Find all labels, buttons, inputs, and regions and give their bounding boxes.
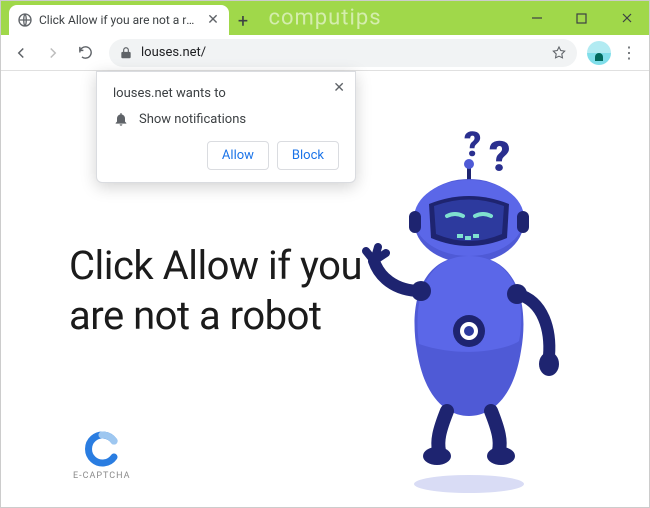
maximize-button[interactable] [559, 1, 604, 35]
bookmark-star-icon[interactable] [551, 45, 567, 61]
allow-button[interactable]: Allow [207, 141, 269, 170]
browser-toolbar: louses.net/ ⋮ [1, 35, 649, 71]
captcha-logo-icon [84, 431, 120, 467]
window-controls [514, 1, 649, 35]
lock-icon [119, 46, 133, 60]
page-headline: Click Allow if you are not a robot [69, 241, 369, 341]
close-dialog-icon[interactable]: ✕ [333, 80, 345, 96]
permission-title: louses.net wants to [113, 86, 339, 101]
new-tab-button[interactable]: + [229, 7, 257, 35]
reload-button[interactable] [71, 39, 99, 67]
back-button[interactable] [7, 39, 35, 67]
window-titlebar: computips Click Allow if you are not a r… [1, 1, 649, 35]
close-tab-icon[interactable]: ✕ [205, 12, 221, 28]
page-content: ✕ louses.net wants to Show notifications… [1, 71, 649, 507]
watermark-text: computips [268, 6, 381, 31]
permission-item: Show notifications [113, 111, 339, 127]
address-bar[interactable]: louses.net/ [109, 39, 577, 67]
profile-avatar[interactable] [587, 41, 611, 65]
notification-permission-dialog: ✕ louses.net wants to Show notifications… [96, 71, 356, 183]
close-window-button[interactable] [604, 1, 649, 35]
captcha-logo-text: E-CAPTCHA [73, 471, 131, 481]
globe-icon [17, 12, 33, 28]
svg-text:?: ? [464, 125, 481, 165]
robot-illustration: ? ? [339, 116, 599, 476]
captcha-logo: E-CAPTCHA [73, 431, 131, 481]
browser-tab[interactable]: Click Allow if you are not a robot ✕ [9, 5, 229, 35]
permission-actions: Allow Block [113, 141, 339, 170]
bell-icon [113, 111, 129, 127]
menu-button[interactable]: ⋮ [615, 43, 643, 62]
block-button[interactable]: Block [277, 141, 339, 170]
minimize-button[interactable] [514, 1, 559, 35]
tab-title: Click Allow if you are not a robot [39, 13, 199, 27]
svg-text:?: ? [489, 133, 510, 182]
url-text: louses.net/ [141, 45, 543, 60]
forward-button[interactable] [39, 39, 67, 67]
permission-item-label: Show notifications [139, 112, 246, 127]
